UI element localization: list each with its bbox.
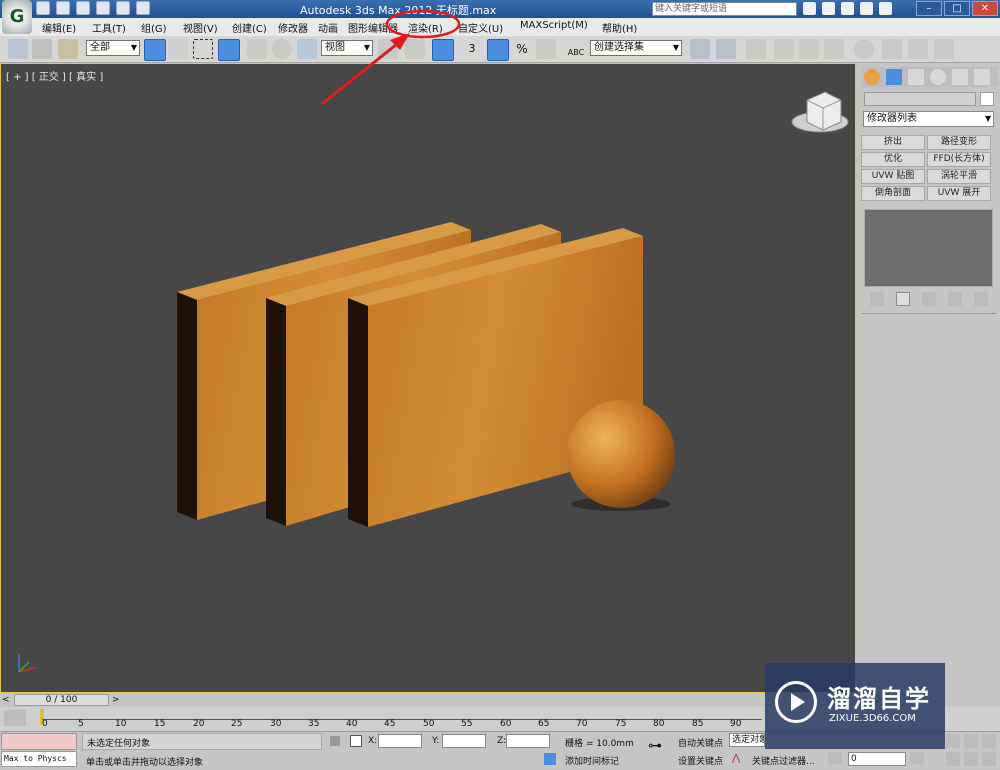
- play-logo-icon: [775, 681, 817, 723]
- tick-label: 0: [42, 719, 48, 729]
- maxscript-mini-listener-top[interactable]: [1, 733, 77, 750]
- modifier-button-ffd-box[interactable]: FFD(长方体): [927, 152, 991, 167]
- watermark-url: ZIXUE.3D66.COM: [829, 713, 916, 724]
- pin-stack-icon[interactable]: [870, 292, 884, 306]
- tick-label: 90: [730, 719, 742, 729]
- watermark: 溜溜自学 ZIXUE.3D66.COM: [765, 663, 945, 749]
- time-slider-thumb[interactable]: 0 / 100: [14, 694, 109, 706]
- selection-status-box: 未选定任何对象: [82, 733, 322, 750]
- tick-label: 5: [78, 719, 84, 729]
- tick-label: 85: [692, 719, 704, 729]
- selection-status-text: 未选定任何对象: [87, 739, 151, 749]
- configure-sets-icon[interactable]: [974, 292, 988, 306]
- orbit-icon[interactable]: [964, 752, 978, 766]
- modifier-button-path-deform[interactable]: 路径变形: [927, 135, 991, 150]
- tick-label: 35: [308, 719, 320, 729]
- absolute-mode-icon[interactable]: [350, 735, 362, 747]
- lock-icon[interactable]: [330, 736, 340, 746]
- tick-label: 40: [346, 719, 358, 729]
- z-label: Z:: [497, 736, 507, 746]
- scene-render: [18, 91, 849, 673]
- modifier-button-turbosmooth[interactable]: 涡轮平滑: [927, 169, 991, 184]
- key-selection-select[interactable]: 选定对象: [729, 733, 765, 747]
- remove-modifier-icon[interactable]: [948, 292, 962, 306]
- next-frame-button[interactable]: >: [112, 694, 122, 706]
- key-filters-button[interactable]: 关键点过滤器...: [752, 754, 815, 767]
- grid-size: 栅格 = 10.0mm: [565, 739, 634, 749]
- modifier-stack[interactable]: [864, 209, 993, 287]
- tick-label: 20: [193, 719, 205, 729]
- y-label: Y:: [432, 736, 440, 746]
- annotation-arrow-shaft: [321, 38, 403, 106]
- pan-icon[interactable]: [946, 752, 960, 766]
- command-panel: 修改器列表 ▼ 挤出 路径变形 优化 FFD(长方体) UVW 贴图 涡轮平滑 …: [858, 63, 1000, 693]
- tick-label: 80: [653, 719, 665, 729]
- tick-label: 55: [461, 719, 473, 729]
- perspective-viewport[interactable]: [ + ] [ 正交 ] [ 真实 ]: [0, 63, 856, 693]
- tick-label: 45: [384, 719, 396, 729]
- y-coordinate-field[interactable]: [442, 734, 486, 748]
- prev-frame-button[interactable]: <: [2, 694, 12, 706]
- z-coordinate-field[interactable]: [506, 734, 550, 748]
- annotation-overlay: [321, 9, 461, 106]
- tick-label: 70: [576, 719, 588, 729]
- wood-sphere[interactable]: [567, 400, 675, 511]
- current-frame-field[interactable]: 0: [848, 752, 906, 766]
- track-ticks: 0 5 10 15 20 25 30 35 40 45 50 55 60 65 …: [0, 707, 780, 731]
- divider: [862, 313, 996, 314]
- tick-label: 75: [615, 719, 627, 729]
- modifier-button-unwrap-uvw[interactable]: UVW 展开: [927, 186, 991, 201]
- stack-controls: [864, 292, 994, 308]
- tick-label: 25: [231, 719, 243, 729]
- time-tag-icon[interactable]: [544, 753, 556, 765]
- tick-label: 65: [538, 719, 550, 729]
- go-to-start-icon[interactable]: [828, 752, 842, 764]
- zoom-extents-icon[interactable]: [946, 734, 960, 748]
- auto-key-button[interactable]: 自动关键点: [678, 736, 723, 749]
- zoom-extents-all-icon[interactable]: [982, 734, 996, 748]
- modifier-button-bevel-profile[interactable]: 倒角剖面: [861, 186, 925, 201]
- tick-label: 60: [500, 719, 512, 729]
- show-end-result-icon[interactable]: [896, 292, 910, 306]
- highlight-ellipse: [385, 9, 461, 39]
- add-time-tag-button[interactable]: 添加时间标记: [565, 754, 619, 767]
- x-coordinate-field[interactable]: [378, 734, 422, 748]
- make-unique-icon[interactable]: [922, 292, 936, 306]
- set-key-button[interactable]: 设置关键点: [678, 754, 723, 767]
- tick-label: 30: [270, 719, 282, 729]
- x-label: X:: [368, 736, 378, 746]
- tick-label: 50: [423, 719, 435, 729]
- modifier-button-uvw-map[interactable]: UVW 贴图: [861, 169, 925, 184]
- maximize-viewport-icon[interactable]: [982, 752, 996, 766]
- modifier-button-optimize[interactable]: 优化: [861, 152, 925, 167]
- key-icon[interactable]: ⊶: [648, 739, 670, 753]
- tick-label: 15: [154, 719, 166, 729]
- tick-label: 10: [115, 719, 127, 729]
- key-mode-icon[interactable]: ⋀: [732, 753, 746, 765]
- prompt-line: 单击或单击并拖动以选择对象: [86, 758, 204, 768]
- maxscript-mini-listener[interactable]: Max to Physcs: [1, 751, 77, 767]
- watermark-brand: 溜溜自学: [827, 685, 931, 713]
- axis-tripod: [18, 654, 36, 673]
- modifier-button-extrude[interactable]: 挤出: [861, 135, 925, 150]
- zoom-all-icon[interactable]: [964, 734, 978, 748]
- time-config-icon[interactable]: [910, 752, 924, 764]
